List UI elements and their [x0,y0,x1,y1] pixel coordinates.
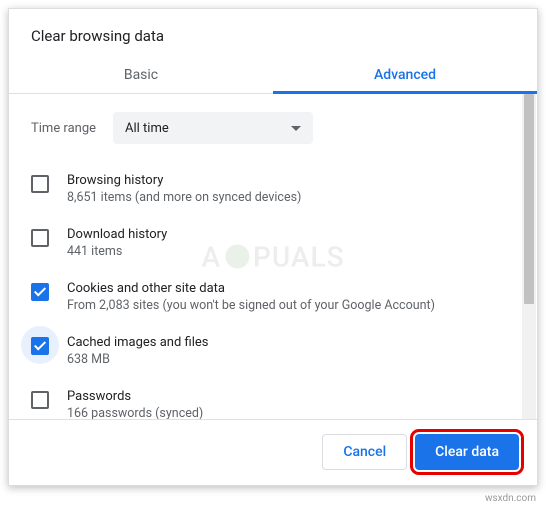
checkbox-cookies[interactable] [31,283,49,301]
tabs: Basic Advanced [9,57,537,94]
option-sub: 441 items [67,244,167,259]
option-title: Browsing history [67,173,301,188]
cancel-button[interactable]: Cancel [322,434,407,470]
clear-data-button[interactable]: Clear data [415,434,519,470]
dialog-footer: Cancel Clear data [9,419,537,485]
tab-advanced[interactable]: Advanced [273,57,537,93]
scrollbar[interactable] [522,94,536,419]
scroll-thumb[interactable] [524,94,534,304]
source-label: wsxdn.com [485,493,536,504]
time-range-row: Time range All time [31,94,516,162]
content: Time range All time Browsing history 8,6… [9,94,522,419]
time-range-select[interactable]: All time [113,112,313,144]
clear-browsing-data-dialog: Clear browsing data Basic Advanced Time … [8,8,538,486]
option-sub: 8,651 items (and more on synced devices) [67,190,301,205]
option-sub: 166 passwords (synced) [67,406,203,419]
option-download-history: Download history 441 items [31,216,516,270]
time-range-value: All time [125,121,169,136]
checkbox-download-history[interactable] [31,229,49,247]
option-title: Passwords [67,389,203,404]
tab-basic[interactable]: Basic [9,57,273,93]
option-title: Cached images and files [67,335,208,350]
content-wrapper: Time range All time Browsing history 8,6… [9,94,537,419]
option-cached-images: Cached images and files 638 MB [31,324,516,378]
checkbox-passwords[interactable] [31,391,49,409]
option-sub: From 2,083 sites (you won't be signed ou… [67,298,435,313]
checkbox-cached-images[interactable] [31,337,49,355]
option-cookies: Cookies and other site data From 2,083 s… [31,270,516,324]
dialog-header: Clear browsing data [9,9,537,57]
checkbox-browsing-history[interactable] [31,175,49,193]
option-browsing-history: Browsing history 8,651 items (and more o… [31,162,516,216]
option-title: Cookies and other site data [67,281,435,296]
option-sub: 638 MB [67,352,208,367]
option-passwords: Passwords 166 passwords (synced) [31,378,516,419]
chevron-down-icon [291,126,301,131]
time-range-label: Time range [31,121,113,136]
option-title: Download history [67,227,167,242]
dialog-title: Clear browsing data [31,27,515,45]
